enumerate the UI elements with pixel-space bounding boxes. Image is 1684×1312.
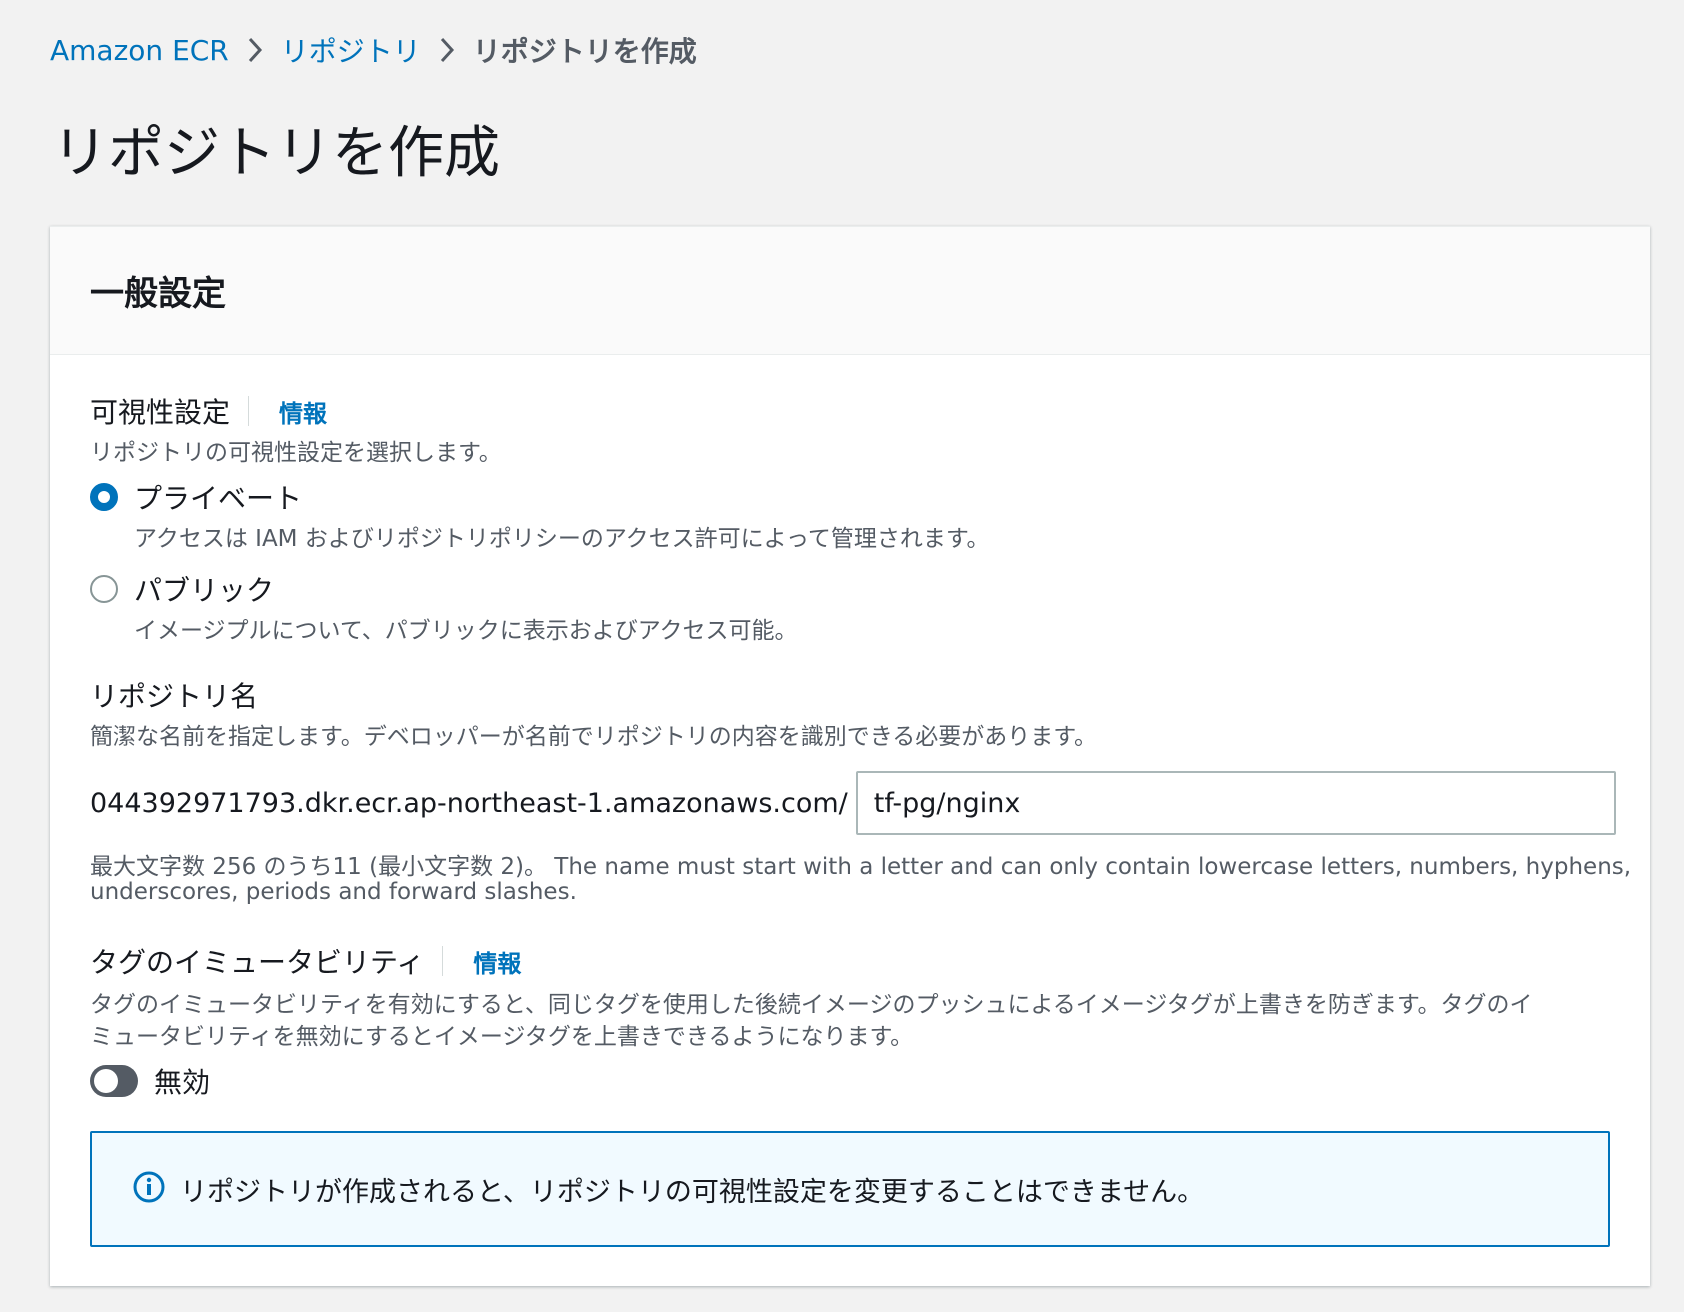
breadcrumb-link-amazon-ecr[interactable]: Amazon ECR — [50, 34, 229, 67]
radio-option-private[interactable]: プライベート — [90, 477, 302, 517]
radio-public[interactable] — [90, 575, 118, 603]
tag-immutability-description-line-2: ミュータビリティを無効にするとイメージタグを上書きできるようになります。 — [90, 1024, 914, 1050]
info-alert: リポジトリが作成されると、リポジトリの可視性設定を変更することはできません。 — [90, 1131, 1610, 1247]
tag-immutability-toggle-label[interactable]: 無効 — [154, 1061, 210, 1101]
visibility-label-row: 可視性設定 情報 — [90, 391, 327, 431]
radio-option-public[interactable]: パブリック — [90, 569, 274, 609]
visibility-info-link[interactable]: 情報 — [279, 394, 327, 429]
repo-name-input[interactable] — [855, 771, 1616, 835]
tag-immutability-label: タグのイミュータビリティ — [90, 946, 425, 979]
radio-public-description: イメージプルについて、パブリックに表示およびアクセス可能。 — [134, 618, 798, 644]
repo-name-label: リポジトリ名 — [90, 680, 259, 713]
chevron-right-icon — [229, 32, 281, 68]
info-alert-text: リポジトリが作成されると、リポジトリの可視性設定を変更することはできません。 — [180, 1176, 1205, 1208]
repo-name-description: 簡潔な名前を指定します。デベロッパーが名前でリポジトリの内容を識別できる必要があ… — [90, 724, 1097, 750]
toggle-knob — [94, 1069, 118, 1093]
radio-public-label[interactable]: パブリック — [134, 569, 274, 609]
tag-immutability-description-line-1: タグのイミュータビリティを有効にすると、同じタグを使用した後続イメージのプッシュ… — [90, 992, 1533, 1018]
radio-private-label[interactable]: プライベート — [134, 477, 302, 517]
panel-header: 一般設定 — [50, 227, 1650, 355]
info-icon — [132, 1170, 166, 1208]
radio-private-description: アクセスは IAM およびリポジトリポリシーのアクセス許可によって管理されます。 — [134, 526, 990, 552]
repo-name-constraint-line-1: 最大文字数 256 のうち11 (最小文字数 2)。 The name must… — [90, 854, 1632, 880]
divider — [248, 396, 250, 426]
tag-immutability-toggle-row[interactable]: 無効 — [90, 1061, 210, 1101]
breadcrumb: Amazon ECR リポジトリ リポジトリを作成 — [50, 30, 697, 70]
panel-title: 一般設定 — [90, 274, 226, 314]
repo-uri-prefix: 044392971793.dkr.ecr.ap-northeast-1.amaz… — [90, 787, 848, 819]
general-settings-panel: 一般設定 可視性設定 情報 リポジトリの可視性設定を選択します。 プライベート … — [50, 226, 1650, 1286]
tag-immutability-label-row: タグのイミュータビリティ 情報 — [90, 941, 521, 981]
repo-name-constraint-line-2: underscores, periods and forward slashes… — [90, 879, 577, 905]
chevron-right-icon — [421, 32, 473, 68]
visibility-label: 可視性設定 — [90, 396, 231, 429]
breadcrumb-link-repositories[interactable]: リポジトリ — [281, 30, 421, 70]
breadcrumb-current: リポジトリを作成 — [472, 35, 697, 68]
radio-private[interactable] — [90, 483, 118, 511]
divider — [442, 946, 444, 976]
page-title: リポジトリを作成 — [52, 121, 500, 186]
visibility-description: リポジトリの可視性設定を選択します。 — [90, 440, 502, 466]
tag-immutability-toggle[interactable] — [90, 1065, 138, 1097]
tag-immutability-info-link[interactable]: 情報 — [473, 944, 521, 979]
repo-name-input-row: 044392971793.dkr.ecr.ap-northeast-1.amaz… — [90, 771, 1616, 835]
